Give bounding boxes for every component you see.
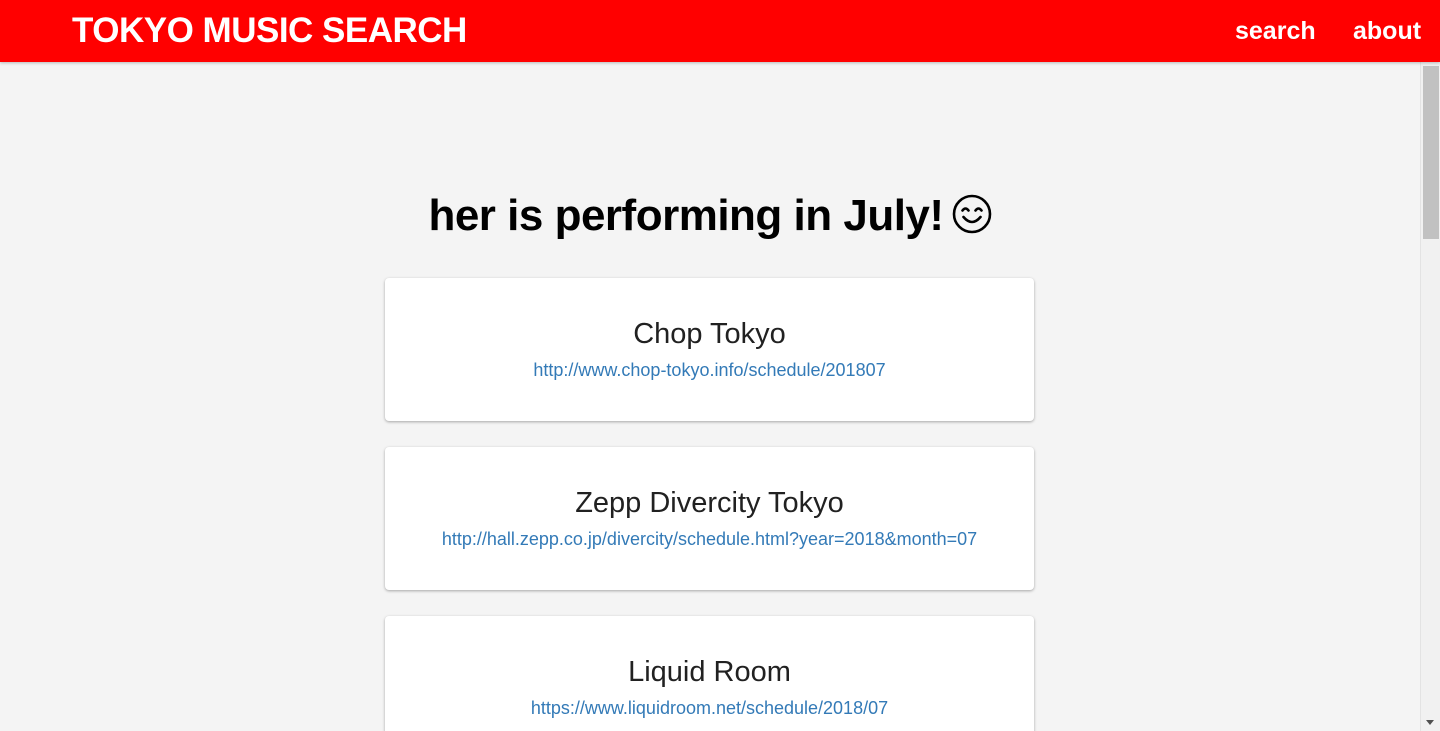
venue-card: Chop Tokyo http://www.chop-tokyo.info/sc… xyxy=(385,278,1034,421)
venue-name: Chop Tokyo xyxy=(633,318,786,350)
scroll-down-arrow-icon[interactable] xyxy=(1426,720,1434,725)
page-headline: her is performing in July! xyxy=(0,189,1420,243)
venue-card: Liquid Room https://www.liquidroom.net/s… xyxy=(385,616,1034,731)
headline-text: her is performing in July! xyxy=(428,191,944,240)
venue-schedule-link[interactable]: https://www.liquidroom.net/schedule/2018… xyxy=(385,697,1034,719)
nav-link-search[interactable]: search xyxy=(1235,15,1316,47)
venue-schedule-link[interactable]: http://hall.zepp.co.jp/divercity/schedul… xyxy=(385,528,1034,550)
nav-link-about[interactable]: about xyxy=(1353,15,1421,47)
top-navbar: TOKYO MUSIC SEARCH search about xyxy=(0,0,1440,62)
main-content: her is performing in July! Chop Tokyo ht… xyxy=(0,62,1420,731)
venue-card: Zepp Divercity Tokyo http://hall.zepp.co… xyxy=(385,447,1034,590)
venue-name: Liquid Room xyxy=(628,656,791,688)
vertical-scrollbar[interactable] xyxy=(1420,62,1440,731)
smiling-face-icon xyxy=(952,194,991,234)
venue-name: Zepp Divercity Tokyo xyxy=(575,487,844,519)
venue-schedule-link[interactable]: http://www.chop-tokyo.info/schedule/2018… xyxy=(385,359,1034,381)
scrollbar-thumb[interactable] xyxy=(1423,66,1439,239)
brand-logo-link[interactable]: TOKYO MUSIC SEARCH xyxy=(72,10,467,52)
